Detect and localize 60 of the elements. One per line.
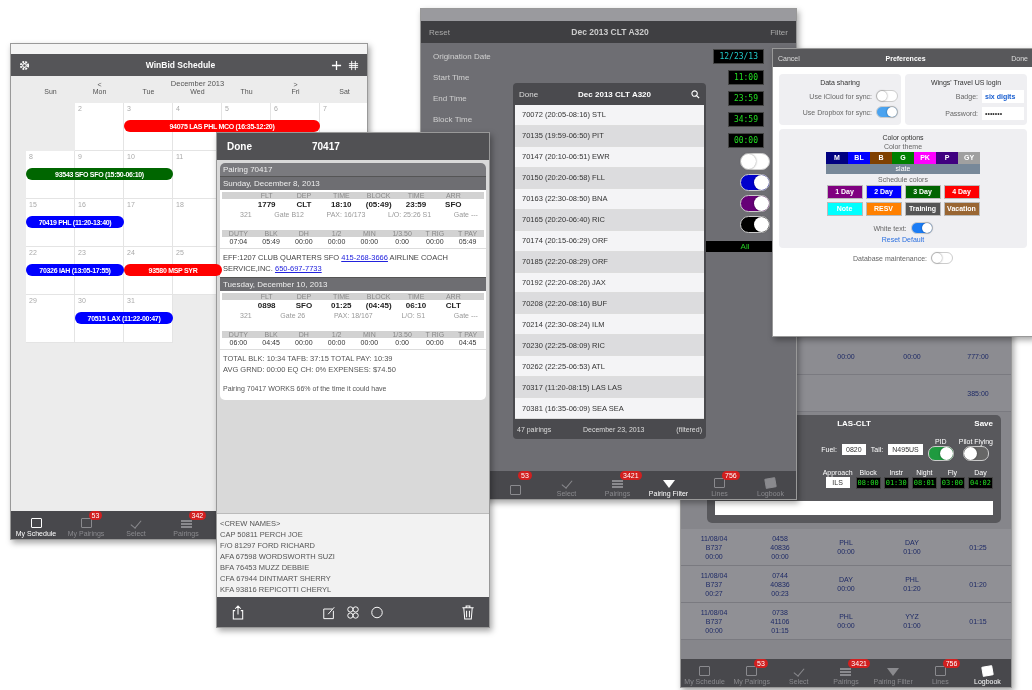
table-cell-text: CLT (444, 301, 462, 310)
share-icon[interactable] (231, 604, 245, 620)
filter-button[interactable]: Filter (770, 27, 788, 37)
compose-icon[interactable] (322, 604, 336, 620)
table-cell-text: 23:59 (404, 200, 428, 209)
toggle-switch[interactable] (740, 174, 770, 191)
dialog-title: LAS-CLT (837, 419, 871, 428)
toggle-switch[interactable] (930, 252, 953, 264)
date-header: Tuesday, December 10, 2013 (220, 277, 486, 291)
circle-icon[interactable] (370, 604, 384, 620)
table-cell-text: 1779 (256, 200, 277, 209)
toggle-switch[interactable] (962, 446, 989, 461)
pairing-title: 70417 (312, 141, 340, 152)
time-display[interactable]: 12/23/13 (713, 49, 764, 64)
table-cell-text: CLT (295, 200, 313, 209)
toggle-switch[interactable] (876, 106, 898, 118)
square-icon (934, 666, 946, 676)
table-cell-text: 01:25 (330, 301, 353, 310)
table-cell-text: SFO (294, 301, 314, 310)
filter-label: Origination Date (433, 52, 491, 61)
filter-label: Start Time (433, 73, 470, 82)
table-cell-text: 06:10 (404, 301, 428, 310)
table-cell-text: 18:10 (330, 200, 353, 209)
add-icon[interactable] (331, 59, 342, 71)
funnel-icon (662, 480, 675, 488)
time-display[interactable]: 23:59 (727, 91, 764, 106)
table-cell-text: 0898 (256, 301, 277, 310)
toggle-switch[interactable] (910, 222, 933, 234)
time-display[interactable]: 00:00 (727, 133, 764, 148)
table-cell-text: (04:45) (364, 301, 393, 310)
notes-field[interactable] (715, 501, 993, 515)
filter-label: End Time (433, 94, 467, 103)
list-icon (612, 480, 623, 488)
funnel-icon (887, 668, 900, 676)
search-icon[interactable] (691, 89, 700, 99)
done-button[interactable]: Done (227, 141, 252, 152)
toggle-switch[interactable] (740, 153, 770, 170)
filter-label: Block Time (433, 115, 473, 124)
screen-title: Dec 2013 CLT A320 (571, 27, 649, 37)
settings-icon[interactable] (19, 59, 30, 71)
time-display[interactable]: 34:59 (727, 112, 764, 127)
date-header: Sunday, December 8, 2013 (220, 176, 486, 190)
done-button[interactable]: Done (519, 89, 539, 99)
toggle-switch[interactable] (876, 90, 898, 102)
toggle-switch[interactable] (927, 446, 954, 461)
save-button[interactable]: Save (974, 419, 993, 428)
toggle-switch[interactable] (740, 195, 770, 212)
table-cell-text: SFO (444, 200, 463, 209)
popover-title: Dec 2013 CLT A320 (577, 89, 653, 99)
grid-plus-icon[interactable] (348, 59, 359, 71)
trash-icon[interactable] (461, 604, 475, 620)
list-icon (840, 668, 852, 676)
toggle-switch[interactable] (740, 216, 770, 233)
time-display[interactable]: 11:00 (727, 70, 764, 85)
section-header: Pairing 70417 (220, 163, 486, 176)
table-cell-text: (05:49) (364, 200, 393, 209)
reset-button[interactable]: Reset (429, 27, 450, 37)
cloverleaf-icon[interactable] (346, 604, 360, 620)
app-title: WinBid Schedule (144, 60, 217, 70)
list-icon (180, 520, 192, 528)
